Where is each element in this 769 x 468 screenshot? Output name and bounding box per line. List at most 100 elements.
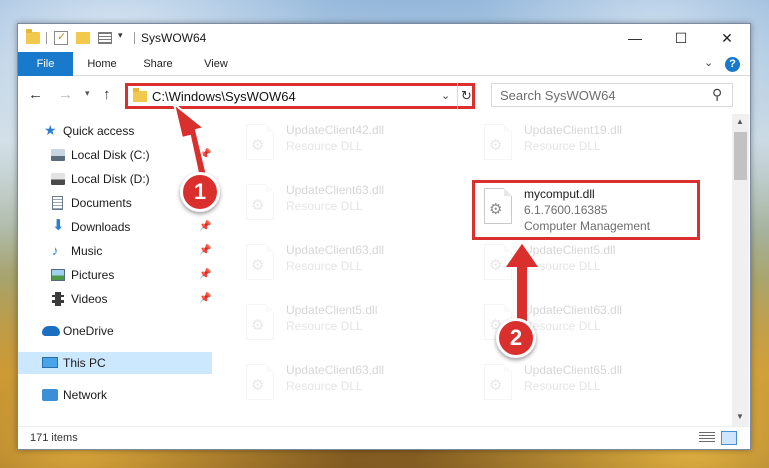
- forward-arrow-icon[interactable]: →: [58, 86, 73, 103]
- tab-file[interactable]: File: [18, 52, 73, 76]
- list-item[interactable]: ⚙ UpdateClient63.dll Resource DLL: [238, 240, 468, 288]
- videos-icon: [52, 292, 64, 306]
- sidebar-item-label: This PC: [63, 356, 106, 370]
- step-badge-1: 1: [180, 172, 220, 212]
- file-type: Resource DLL: [524, 139, 601, 153]
- dll-file-icon: ⚙: [246, 364, 278, 402]
- sidebar-item-downloads[interactable]: ⬇ Downloads 📌: [18, 216, 212, 238]
- file-name: UpdateClient63.dll: [286, 183, 385, 197]
- list-item[interactable]: ⚙ UpdateClient65.dll Resource DLL: [476, 360, 706, 408]
- scroll-down-icon[interactable]: ▼: [736, 412, 744, 421]
- folder-icon: [133, 88, 147, 102]
- status-bar: 171 items: [18, 426, 750, 449]
- back-arrow-icon[interactable]: ←: [28, 86, 43, 103]
- folder-icon: [26, 29, 40, 44]
- refresh-icon[interactable]: ↻: [457, 83, 475, 109]
- pin-icon[interactable]: 📌: [199, 264, 211, 286]
- sidebar-item-videos[interactable]: Videos 📌: [18, 288, 212, 310]
- search-icon[interactable]: ⚲: [712, 86, 722, 103]
- file-type: Resource DLL: [286, 379, 363, 393]
- network-icon: [42, 389, 58, 401]
- file-type: Resource DLL: [286, 139, 363, 153]
- documents-icon: [52, 196, 63, 210]
- chevron-down-icon[interactable]: ⌄: [441, 89, 450, 102]
- annotation-arrow-2: [502, 240, 542, 331]
- sidebar-item-label: Local Disk (D:): [71, 172, 150, 186]
- pc-icon: [42, 357, 58, 368]
- recent-locations-icon[interactable]: ▾: [85, 88, 90, 99]
- file-name: UpdateClient63.dll: [286, 363, 385, 377]
- properties-check-icon[interactable]: [54, 30, 68, 45]
- close-button[interactable]: ✕: [704, 24, 750, 52]
- navigation-bar: ← → ▾ ↑ C:\Windows\SysWOW64 ⌄ ↻ Search S…: [18, 78, 750, 112]
- sidebar-item-onedrive[interactable]: OneDrive: [18, 320, 212, 342]
- up-arrow-icon[interactable]: ↑: [103, 86, 111, 103]
- tiles-view-icon[interactable]: [721, 431, 737, 445]
- properties-icon[interactable]: [98, 32, 112, 44]
- sidebar-item-pictures[interactable]: Pictures 📌: [18, 264, 212, 286]
- vertical-scrollbar[interactable]: ▲ ▼: [732, 114, 749, 426]
- file-list: ⚙ UpdateClient42.dll Resource DLL ⚙ Upda…: [214, 114, 732, 426]
- file-name: UpdateClient63.dll: [286, 243, 385, 257]
- pin-icon[interactable]: 📌: [199, 216, 211, 238]
- sidebar-item-label: Local Disk (C:): [71, 148, 150, 162]
- sidebar-item-label: Music: [71, 244, 103, 258]
- highlight-box: [472, 180, 700, 240]
- dll-file-icon: ⚙: [246, 244, 278, 282]
- file-name: UpdateClient65.dll: [524, 363, 623, 377]
- chevron-down-icon[interactable]: ⌄: [704, 56, 713, 69]
- disk-icon: [51, 149, 65, 161]
- list-item[interactable]: ⚙ UpdateClient42.dll Resource DLL: [238, 120, 468, 168]
- dll-file-icon: ⚙: [246, 304, 278, 342]
- item-count: 171 items: [30, 432, 78, 444]
- dll-file-icon: ⚙: [246, 184, 278, 222]
- file-type: Resource DLL: [286, 259, 363, 273]
- list-item[interactable]: ⚙ UpdateClient63.dll Resource DLL: [238, 180, 468, 228]
- file-explorer-window: ▾ SysWOW64 — ☐ ✕ File Home Share View ⌄ …: [17, 23, 751, 450]
- onedrive-icon: [42, 326, 60, 336]
- star-icon: ★: [44, 122, 57, 138]
- new-folder-icon[interactable]: [76, 32, 90, 44]
- list-item[interactable]: ⚙ UpdateClient63.dll Resource DLL: [238, 360, 468, 408]
- sidebar-item-this-pc[interactable]: This PC: [18, 352, 212, 374]
- tab-view[interactable]: View: [190, 52, 242, 76]
- list-item[interactable]: ⚙ UpdateClient5.dll Resource DLL: [238, 300, 468, 348]
- step-badge-2: 2: [496, 318, 536, 358]
- file-name: UpdateClient5.dll: [286, 303, 378, 317]
- sidebar-item-label: Network: [63, 388, 108, 402]
- details-view-icon[interactable]: [699, 432, 715, 444]
- tab-share[interactable]: Share: [132, 52, 184, 76]
- disk-icon: [51, 173, 65, 185]
- dll-file-icon: ⚙: [246, 124, 278, 162]
- file-name: UpdateClient42.dll: [286, 123, 385, 137]
- music-icon: ♪: [52, 243, 59, 258]
- search-placeholder: Search SysWOW64: [500, 88, 616, 103]
- scrollbar-thumb[interactable]: [734, 132, 747, 180]
- tab-home[interactable]: Home: [76, 52, 128, 76]
- help-icon[interactable]: ?: [725, 57, 740, 72]
- divider: [46, 32, 47, 44]
- minimize-button[interactable]: —: [612, 24, 658, 52]
- divider: [134, 32, 135, 44]
- sidebar-item-music[interactable]: ♪ Music 📌: [18, 240, 212, 262]
- sidebar-item-label: Pictures: [71, 268, 115, 282]
- search-input[interactable]: Search SysWOW64 ⚲: [491, 83, 733, 107]
- file-type: Resource DLL: [524, 379, 601, 393]
- pin-icon[interactable]: 📌: [199, 240, 211, 262]
- title-bar: ▾ SysWOW64 — ☐ ✕: [18, 24, 750, 52]
- list-item[interactable]: ⚙ UpdateClient19.dll Resource DLL: [476, 120, 706, 168]
- sidebar-item-label: Documents: [71, 196, 132, 210]
- sidebar-item-label: Videos: [71, 292, 108, 306]
- file-type: Resource DLL: [286, 319, 363, 333]
- chevron-down-icon[interactable]: ▾: [118, 30, 123, 46]
- pin-icon[interactable]: 📌: [199, 288, 211, 310]
- dll-file-icon: ⚙: [484, 124, 516, 162]
- sidebar-item-label: OneDrive: [63, 324, 114, 338]
- file-type: Resource DLL: [286, 199, 363, 213]
- sidebar-item-network[interactable]: Network: [18, 384, 212, 406]
- download-icon: ⬇: [52, 217, 65, 234]
- pictures-icon: [51, 269, 65, 281]
- scroll-up-icon[interactable]: ▲: [736, 117, 744, 126]
- maximize-button[interactable]: ☐: [658, 24, 704, 52]
- ribbon-tabs: File Home Share View ⌄ ?: [18, 52, 750, 76]
